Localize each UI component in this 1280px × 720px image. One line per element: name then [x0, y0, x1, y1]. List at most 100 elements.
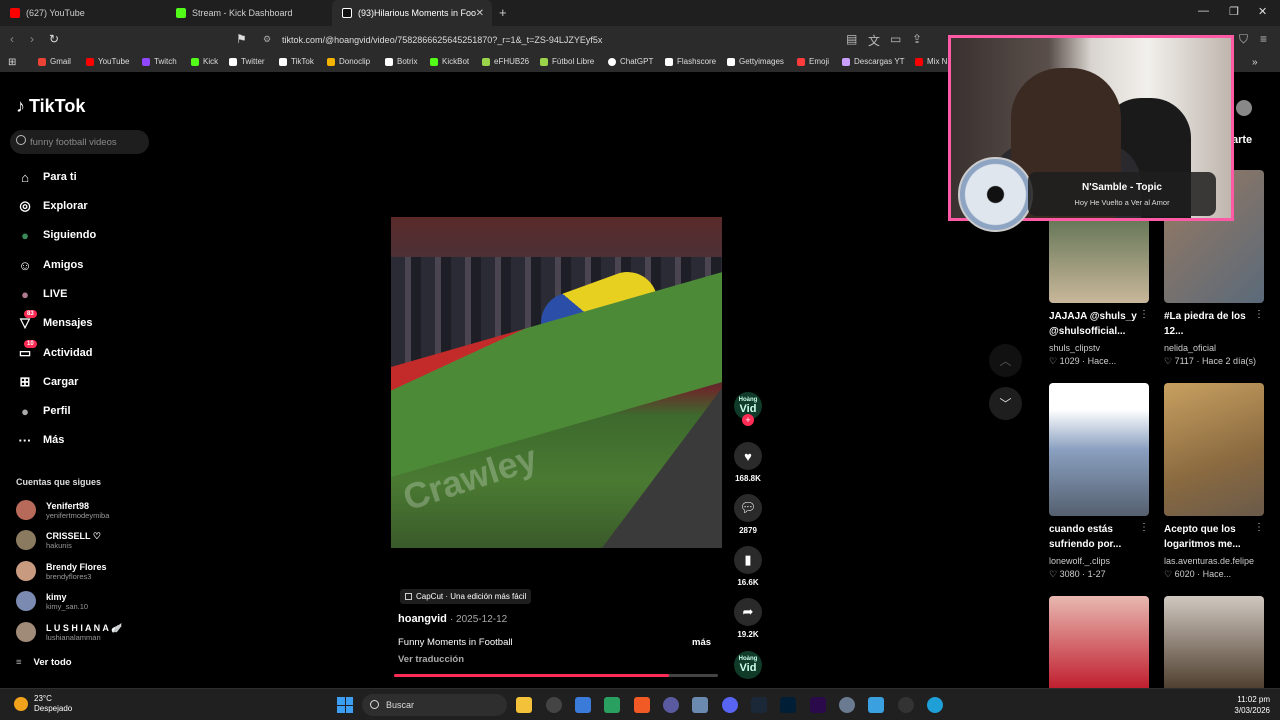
card-title[interactable]: JAJAJA @shuls_y @shulsofficial... [1049, 309, 1149, 339]
restore-button[interactable]: ❐ [1229, 5, 1239, 18]
calculator-icon[interactable] [692, 697, 708, 713]
notepad-icon[interactable] [868, 697, 884, 713]
capcut-badge[interactable]: CapCut · Una edición más fácil [400, 589, 532, 604]
steam-icon[interactable] [751, 697, 767, 713]
video-thumbnail[interactable] [1164, 596, 1264, 688]
address-bar[interactable]: ⚙ tiktok.com/@hoangvid/video/75828666256… [256, 31, 946, 49]
card-user[interactable]: las.aventuras.de.felipe [1164, 556, 1254, 566]
more-bookmarks-icon[interactable]: » [1252, 57, 1258, 68]
tiktok-logo[interactable]: ♪ TikTok [16, 96, 85, 117]
more-button[interactable]: más [692, 637, 711, 648]
bookmark-twitter[interactable]: Twitter [229, 57, 265, 66]
bookmark-flashscore[interactable]: Flashscore [665, 57, 716, 66]
share-action[interactable]: ➦ 19.2K [734, 598, 762, 639]
tab-tiktok-video[interactable]: (93)Hilarious Moments in Foo ✕ [332, 0, 492, 26]
profile-avatar-icon[interactable] [1236, 100, 1252, 116]
minimize-button[interactable]: — [1198, 5, 1209, 17]
nav-amigos[interactable]: ☺ Amigos [16, 255, 83, 275]
followed-account[interactable]: kimy kimy_san.10 [16, 589, 88, 613]
bookmark-descargas-yt[interactable]: Descargas YT [842, 57, 905, 66]
close-window-button[interactable]: ✕ [1258, 5, 1267, 18]
heart-icon[interactable]: ♥ [734, 442, 762, 470]
more-options-icon[interactable]: ⋮ [1139, 522, 1149, 533]
bookmark-gettyimages[interactable]: Gettyimages [727, 57, 784, 66]
more-options-icon[interactable]: ⋮ [1254, 522, 1264, 533]
bookmark-youtube[interactable]: YouTube [86, 57, 129, 66]
media-player-icon[interactable] [898, 697, 914, 713]
video-thumbnail[interactable] [1049, 383, 1149, 516]
bookmark-kickbot[interactable]: KickBot [430, 57, 469, 66]
followed-account[interactable]: CRISSELL ♡ hakunis [16, 528, 101, 552]
app-icon[interactable] [604, 697, 620, 713]
nav-para-ti[interactable]: ⌂ Para ti [16, 167, 77, 187]
system-clock[interactable]: 11:02 pm 3/03/2026 [1234, 694, 1270, 716]
new-tab-button[interactable]: + [499, 5, 507, 20]
music-avatar[interactable]: Hoàng Vid [734, 651, 762, 679]
video-author[interactable]: hoangvid · 2025-12-12 [398, 613, 507, 625]
like-action[interactable]: ♥ 168.8K [734, 442, 762, 483]
brave-browser-icon[interactable] [634, 697, 650, 713]
bookmark-donoclip[interactable]: Donoclip [327, 57, 370, 66]
apps-icon[interactable]: ⊞ [8, 57, 16, 68]
vpn-icon[interactable]: ⛉ [1239, 32, 1248, 47]
save-action[interactable]: ▮ 16.6K [734, 546, 762, 587]
forward-icon[interactable]: › [30, 32, 34, 46]
bookmark-gmail[interactable]: Gmail [38, 57, 71, 66]
previous-video-button[interactable]: ︿ [989, 344, 1022, 377]
video-progress-bar[interactable] [394, 674, 718, 677]
file-explorer-icon[interactable] [516, 697, 532, 713]
reload-icon[interactable]: ↻ [49, 32, 59, 46]
next-video-button[interactable]: ﹀ [989, 387, 1022, 420]
search-input[interactable]: funny football videos [10, 130, 149, 154]
app-icon[interactable] [546, 697, 562, 713]
comment-action[interactable]: 💬︎ 2879 [734, 494, 762, 535]
video-thumbnail[interactable] [1049, 596, 1149, 688]
card-user[interactable]: nelida_oficial [1164, 343, 1216, 353]
bookmark-chatgpt[interactable]: ChatGPT [608, 57, 653, 66]
follow-plus-button[interactable]: + [742, 414, 754, 426]
weather-widget[interactable]: 23°C Despejado [14, 694, 72, 714]
card-title[interactable]: cuando estás sufriendo por... [1049, 522, 1149, 552]
settings-icon[interactable] [839, 697, 855, 713]
taskbar-search[interactable]: Buscar [362, 694, 507, 716]
discord-icon[interactable] [722, 697, 738, 713]
tab-youtube[interactable]: (627) YouTube [0, 0, 165, 26]
site-info-icon[interactable]: ⚙ [263, 34, 271, 45]
bookmark-icon[interactable]: ⚑ [236, 32, 247, 46]
nav-live[interactable]: ● LIVE [16, 284, 67, 304]
bookmark-kick[interactable]: Kick [191, 57, 218, 66]
bookmark-twitch[interactable]: Twitch [142, 57, 177, 66]
card-title[interactable]: #La piedra de los 12... [1164, 309, 1264, 339]
nav-cargar[interactable]: ⊞ Cargar [16, 372, 79, 392]
nav-explorar[interactable]: ◎ Explorar [16, 196, 87, 216]
edge-icon[interactable] [927, 697, 943, 713]
nav-perfil[interactable]: ● Perfil [16, 401, 70, 421]
bookmark-futbol-libre[interactable]: Fútbol Libre [540, 57, 594, 66]
video-player[interactable]: Crawley [391, 217, 722, 548]
card-title[interactable]: Acepto que los logaritmos me... [1164, 522, 1264, 552]
comment-icon[interactable]: 💬︎ [734, 494, 762, 522]
windows-start-icon[interactable] [337, 697, 353, 713]
nav-actividad[interactable]: ▭ 10 Actividad [16, 340, 93, 363]
bookmark-mix[interactable]: Mix N [915, 57, 947, 66]
card-user[interactable]: shuls_clipstv [1049, 343, 1100, 353]
more-options-icon[interactable]: ⋮ [1254, 309, 1264, 320]
share-icon[interactable]: ➦ [734, 598, 762, 626]
close-tab-icon[interactable]: ✕ [476, 8, 484, 19]
see-all-button[interactable]: ≡ Ver todo [16, 657, 72, 668]
app-icon[interactable] [575, 697, 591, 713]
followed-account[interactable]: L U S H I A N A 🪽 lushianalamman [16, 620, 122, 644]
bookmark-tiktok[interactable]: TikTok [279, 57, 314, 66]
back-icon[interactable]: ‹ [10, 32, 14, 46]
nav-mas[interactable]: ··· Más [16, 430, 65, 450]
followed-account[interactable]: Brendy Flores brendyflores3 [16, 559, 107, 583]
photoshop-icon[interactable] [780, 697, 796, 713]
bookmark-emoji[interactable]: Emoji [797, 57, 829, 66]
more-options-icon[interactable]: ⋮ [1139, 309, 1149, 320]
followed-account[interactable]: Yenifert98 yenifertmodeymiba [16, 498, 109, 522]
share-label[interactable]: arte [1232, 134, 1252, 146]
app-icon[interactable] [663, 697, 679, 713]
premiere-icon[interactable] [810, 697, 826, 713]
bookmark-botrix[interactable]: Botrix [385, 57, 417, 66]
video-thumbnail[interactable] [1164, 383, 1264, 516]
